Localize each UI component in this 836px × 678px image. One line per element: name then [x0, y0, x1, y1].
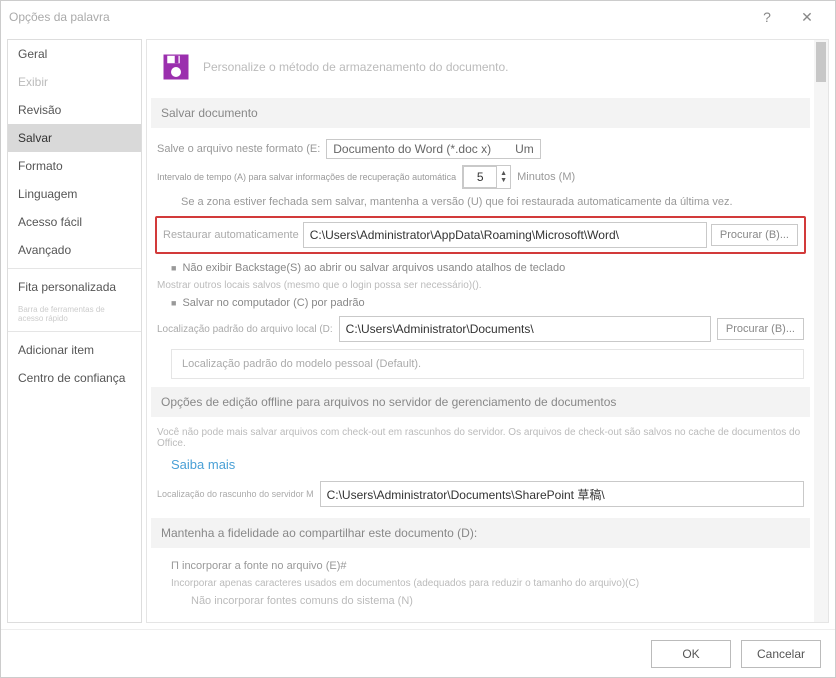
- sidebar-item-acesso-facil[interactable]: Acesso fácil: [8, 208, 141, 236]
- format-select[interactable]: Documento do Word (*.doc x) Um: [326, 139, 541, 159]
- local-path-input[interactable]: [339, 316, 711, 342]
- learn-more-link[interactable]: Saiba mais: [151, 451, 810, 478]
- interval-label: Intervalo de tempo (A) para salvar infor…: [157, 172, 456, 182]
- local-path-label: Localização padrão do arquivo local (D:: [157, 324, 333, 335]
- sidebar-item-confianca[interactable]: Centro de confiança: [8, 364, 141, 392]
- scrollbar[interactable]: [814, 40, 828, 622]
- template-location[interactable]: Localização padrão do modelo pessoal (De…: [171, 349, 804, 379]
- save-icon: [161, 52, 191, 82]
- embed-sub-note: Incorporar apenas caracteres usados em d…: [151, 576, 810, 591]
- close-button[interactable]: ✕: [787, 9, 827, 26]
- offline-note: Você não pode mais salvar arquivos com c…: [151, 425, 810, 451]
- interval-unit: Minutos (M): [517, 171, 575, 183]
- sidebar-item-revisao[interactable]: Revisão: [8, 96, 141, 124]
- scrollbar-thumb[interactable]: [816, 42, 826, 82]
- format-label: Salve o arquivo neste formato (E:: [157, 143, 320, 155]
- sidebar-item-avancado[interactable]: Avançado: [8, 236, 141, 264]
- sidebar: Geral Exibir Revisão Salvar Formato Ling…: [7, 39, 142, 623]
- keep-version-note: Se a zona estiver fechada sem salvar, ma…: [151, 192, 810, 212]
- sidebar-item-formato[interactable]: Formato: [8, 152, 141, 180]
- dialog-title: Opções da palavra: [9, 10, 110, 24]
- help-button[interactable]: ?: [747, 9, 787, 25]
- small-login-note: Mostrar outros locais salvos (mesmo que …: [151, 278, 810, 293]
- sidebar-item-linguagem[interactable]: Linguagem: [8, 180, 141, 208]
- autorecover-path-input[interactable]: [303, 222, 707, 248]
- format-unit: Um: [515, 142, 534, 156]
- chevron-up-icon[interactable]: ▲: [500, 170, 507, 177]
- dialog-footer: OK Cancelar: [1, 629, 835, 677]
- sidebar-item-adicionar[interactable]: Adicionar item: [8, 336, 141, 364]
- section-save-document: Salvar documento: [151, 98, 810, 128]
- format-value: Documento do Word (*.doc x): [333, 142, 491, 156]
- ok-button[interactable]: OK: [651, 640, 731, 668]
- sidebar-item-quick-access[interactable]: Barra de ferramentas de acesso rápido: [8, 301, 141, 327]
- intro-text: Personalize o método de armazenamento do…: [203, 60, 509, 74]
- local-path-browse-button[interactable]: Procurar (B)...: [717, 318, 804, 340]
- embed-font-option[interactable]: Π incorporar a fonte no arquivo (E)#: [151, 556, 810, 576]
- chevron-down-icon[interactable]: ▼: [500, 177, 507, 184]
- sidebar-item-geral[interactable]: Geral: [8, 40, 141, 68]
- sidebar-item-exibir[interactable]: Exibir: [8, 68, 141, 96]
- section-fidelity: Mantenha a fidelidade ao compartilhar es…: [151, 518, 810, 548]
- cancel-button[interactable]: Cancelar: [741, 640, 821, 668]
- section-offline: Opções de edição offline para arquivos n…: [151, 387, 810, 417]
- autorecover-row: Restaurar automaticamente Procurar (B)..…: [155, 216, 806, 254]
- interval-value[interactable]: [463, 166, 497, 188]
- server-draft-input[interactable]: [320, 481, 804, 507]
- titlebar: Opções da palavra ? ✕: [1, 1, 835, 33]
- sidebar-item-salvar[interactable]: Salvar: [8, 124, 141, 152]
- server-draft-label: Localização do rascunho do servidor M: [157, 489, 314, 499]
- options-dialog: Opções da palavra ? ✕ Geral Exibir Revis…: [0, 0, 836, 678]
- chk-save-local[interactable]: Salvar no computador (C) por padrão: [151, 293, 810, 313]
- chk-backstage[interactable]: Não exibir Backstage(S) ao abrir ou salv…: [151, 258, 810, 278]
- embed-sys-option: Não incorporar fontes comuns do sistema …: [151, 591, 810, 611]
- autorecover-browse-button[interactable]: Procurar (B)...: [711, 224, 798, 246]
- interval-spinner[interactable]: ▲▼: [462, 165, 511, 189]
- sidebar-item-fita[interactable]: Fita personalizada: [8, 273, 141, 301]
- autorecover-label: Restaurar automaticamente: [163, 229, 299, 241]
- content-panel: Personalize o método de armazenamento do…: [146, 39, 829, 623]
